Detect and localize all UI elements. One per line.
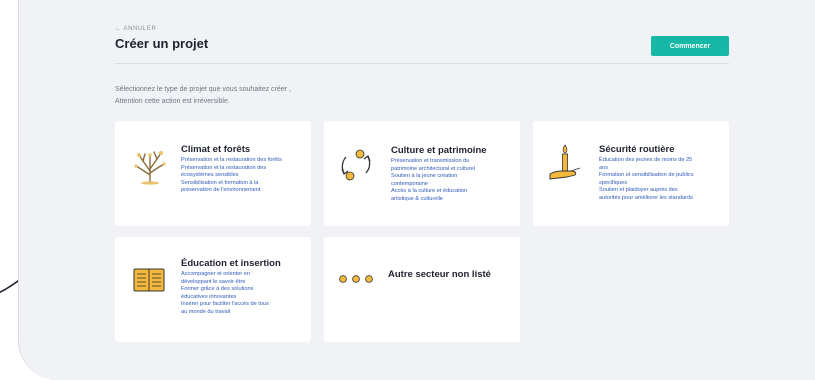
intro-line-1: Sélectionnez le type de projet que vous … (115, 86, 291, 93)
card-desc-line: Accompagner et orienter en (181, 271, 251, 277)
intro-line-2: Attention cette action est irréversible. (115, 98, 230, 105)
page-title: Créer un projet (115, 36, 209, 51)
tree-icon (134, 151, 166, 185)
start-button[interactable]: Commencer (651, 36, 729, 56)
cancel-link[interactable]: ← ANNULER (115, 26, 156, 32)
card-desc-line: au monde du travail (181, 308, 231, 315)
open-book-icon (133, 268, 165, 292)
card-description: Préservation et la restauration des forê… (181, 157, 282, 195)
intro-text: Sélectionnez le type de projet que vous … (115, 84, 291, 108)
project-card-education[interactable]: Éducation et insertion Accompagner et or… (115, 237, 311, 342)
card-title: Climat et forêts (181, 144, 251, 155)
card-desc-line: préservation de l'environnement (181, 187, 261, 194)
card-desc-line: Insérer pour faciliter l'accès de tous (181, 301, 269, 308)
project-card-climat[interactable]: Climat et forêts Préservation et la rest… (115, 121, 311, 226)
circular-arrows-icon (341, 149, 371, 181)
app-window: ← ANNULER Créer un projet Commencer Séle… (18, 0, 815, 380)
card-description: Éducation des jeunes de moins de 25 ans … (599, 157, 694, 203)
card-desc-line: autorités pour améliorer les standards (599, 194, 693, 201)
project-card-culture[interactable]: Culture et patrimoine Préservation et tr… (324, 121, 520, 226)
card-desc-line: Former grâce à des solutions (181, 286, 254, 293)
card-desc-line: Soutien à la jeune création (391, 173, 458, 180)
card-desc-line: Accès à la culture et éducation (391, 188, 468, 195)
project-card-autre[interactable]: Autre secteur non listé (324, 237, 520, 342)
card-desc-line: écosystèmes sensibles (181, 172, 239, 179)
card-title: Éducation et insertion (181, 258, 281, 269)
card-desc-line: patrimoine architectural et culturel (391, 165, 475, 172)
hand-candle-icon (549, 144, 581, 180)
card-desc-line: Préservation et la restauration des forê… (181, 157, 282, 163)
card-desc-line: Éducation des jeunes de moins de 25 (599, 157, 693, 163)
card-desc-line: Soutien et plaidoyer auprès des (599, 187, 678, 194)
card-desc-line: Sensibilisation et formation à la (181, 179, 259, 186)
card-desc-line: Préservation et la restauration des (181, 164, 267, 171)
card-description: Préservation et transmission du patrimoi… (391, 158, 475, 204)
card-desc-line: spécifiques (599, 179, 627, 186)
three-dots-icon (339, 275, 373, 283)
card-desc-line: contemporaine (391, 180, 429, 187)
card-desc-line: artistique & culturelle (391, 195, 443, 202)
card-desc-line: ans (599, 164, 609, 171)
card-desc-line: Formation et sensibilisation de publics (599, 172, 694, 179)
card-description: Accompagner et orienter en développant l… (181, 271, 269, 317)
card-title: Culture et patrimoine (391, 145, 487, 156)
header-divider (115, 63, 729, 64)
project-card-securite[interactable]: Sécurité routière Éducation des jeunes d… (533, 121, 729, 226)
card-desc-line: développant le savoir-être (181, 278, 246, 285)
card-desc-line: Préservation et transmission du (391, 158, 470, 164)
card-title: Sécurité routière (599, 144, 675, 155)
card-title: Autre secteur non listé (388, 269, 491, 280)
card-desc-line: éducatives innovantes (181, 293, 237, 300)
